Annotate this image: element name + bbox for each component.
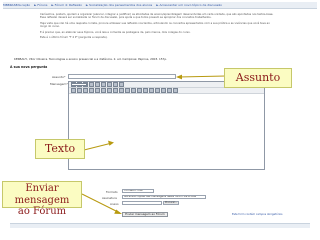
instruction-paragraph: E é preciso que, ao elaborar seus tópico… xyxy=(40,30,191,34)
clean-icon[interactable] xyxy=(107,82,112,87)
forum-instructions: Caríssimos, postem, ajudem a organizar (… xyxy=(40,13,274,41)
format-select[interactable]: Formato HTML xyxy=(122,189,154,193)
callout-send: Enviar mensagem ao Fórum xyxy=(2,181,82,217)
smiley-icon[interactable] xyxy=(161,88,166,93)
required-fields-help-link[interactable]: Este form contém campos obrigatórios xyxy=(232,213,282,216)
breadcrumb: MBBRASEducação ► Fóruns ► Fórum 4: Refle… xyxy=(3,2,317,9)
breadcrumb-item[interactable]: ► Fóruns xyxy=(34,3,47,7)
text-color-icon[interactable] xyxy=(119,88,124,93)
horizontal-rule-icon[interactable] xyxy=(131,88,136,93)
background-color-icon[interactable] xyxy=(125,88,130,93)
table-icon[interactable] xyxy=(155,88,160,93)
ordered-list-icon[interactable] xyxy=(95,88,100,93)
instruction-paragraph: Este é o último fórum "F 4 P" (pergunta … xyxy=(40,36,108,40)
image-icon[interactable] xyxy=(149,88,154,93)
arrow-line xyxy=(177,75,227,78)
callout-subject: Assunto xyxy=(224,68,292,88)
size-select[interactable] xyxy=(71,83,87,86)
instruction-paragraph: Haja vista que não há uma resposta corre… xyxy=(40,21,270,29)
align-right-icon[interactable] xyxy=(83,88,88,93)
outdent-icon[interactable] xyxy=(107,88,112,93)
message-label: Mensagem* xyxy=(50,82,68,86)
arrow-head xyxy=(114,209,122,214)
unordered-list-icon[interactable] xyxy=(101,88,106,93)
browse-button[interactable]: Procurar... xyxy=(163,201,180,205)
bibliographic-reference: KERBAUY, Vitor Oliveira. Tecnologias e e… xyxy=(14,57,167,61)
link-icon[interactable] xyxy=(137,88,142,93)
align-center-icon[interactable] xyxy=(77,88,82,93)
breadcrumb-item[interactable]: ► Socialização dos pensamentos dos aluno… xyxy=(86,3,152,7)
submit-button[interactable]: Enviar mensagem ao Fórum xyxy=(122,212,168,217)
attachment-label: Anexo xyxy=(110,202,119,206)
attachment-input[interactable] xyxy=(122,201,162,205)
arrow-head xyxy=(176,74,182,80)
undo-icon[interactable] xyxy=(113,82,118,87)
message-textarea[interactable] xyxy=(69,97,264,169)
breadcrumb-item[interactable]: MBBRASEducação xyxy=(3,3,30,7)
subscription-select[interactable]: Me envie cópias das mensagens deste fóru… xyxy=(122,195,206,199)
message-editor[interactable] xyxy=(68,81,265,170)
redo-icon[interactable] xyxy=(119,82,124,87)
editor-toolbar xyxy=(69,88,264,94)
callout-send-line: ao Fórum xyxy=(17,206,67,217)
justify-icon[interactable] xyxy=(89,88,94,93)
callout-text: Texto xyxy=(35,139,85,159)
section-title: A sua nova pergunta xyxy=(10,65,48,69)
strikethrough-icon[interactable] xyxy=(89,82,94,87)
indent-icon[interactable] xyxy=(113,88,118,93)
page: MBBRASEducação ► Fóruns ► Fórum 4: Refle… xyxy=(0,0,320,240)
footer-bar xyxy=(10,223,310,228)
superscript-icon[interactable] xyxy=(101,82,106,87)
breadcrumb-item: ► Acrescentar um novo tópico de discussã… xyxy=(156,3,222,7)
html-source-icon[interactable] xyxy=(173,88,178,93)
format-label: Formato xyxy=(106,190,118,194)
special-char-icon[interactable] xyxy=(167,88,172,93)
subject-label: Assunto* xyxy=(52,75,66,79)
instruction-paragraph: Caríssimos, postem, ajudem a organizar (… xyxy=(40,13,274,20)
callout-send-line: Enviar mensagem xyxy=(14,183,70,206)
align-left-icon[interactable] xyxy=(71,88,76,93)
subscription-label: Assinatura xyxy=(102,196,117,200)
subscript-icon[interactable] xyxy=(95,82,100,87)
breadcrumb-item[interactable]: ► Fórum 4: Reflexão xyxy=(51,3,82,7)
subject-input[interactable] xyxy=(68,74,176,79)
unlink-icon[interactable] xyxy=(143,88,148,93)
